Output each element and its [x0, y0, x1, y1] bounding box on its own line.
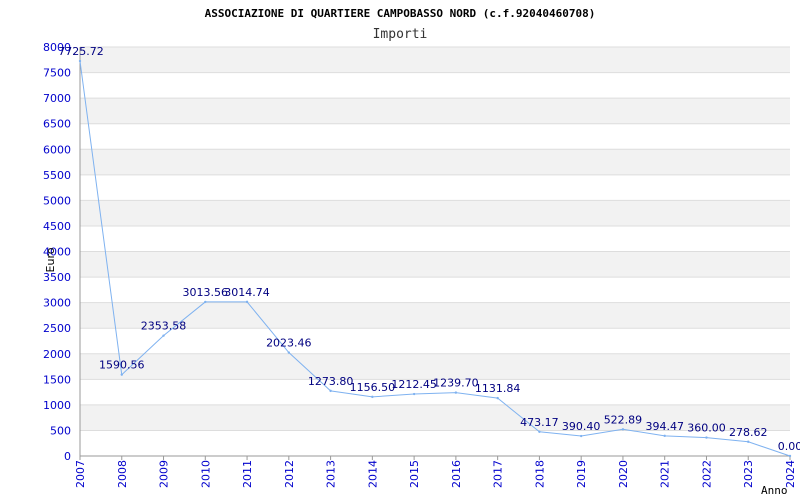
x-tick-label: 2021 [659, 460, 672, 488]
x-tick-label: 2012 [283, 460, 296, 488]
data-label: 3014.74 [224, 286, 270, 299]
y-tick-label: 4500 [43, 220, 71, 233]
y-tick-label: 1000 [43, 399, 71, 412]
data-label: 390.40 [562, 420, 601, 433]
x-tick-label: 2017 [492, 460, 505, 488]
x-tick-label: 2013 [325, 460, 338, 488]
grid-band [80, 353, 790, 380]
grid-band [80, 302, 790, 329]
data-point [621, 428, 625, 431]
data-label: 7725.72 [58, 45, 104, 58]
data-point [496, 396, 499, 400]
data-point [705, 436, 708, 439]
data-label: 1212.45 [391, 378, 437, 391]
x-tick-label: 2022 [700, 460, 713, 488]
grid-band [80, 200, 790, 226]
chart-title: ASSOCIAZIONE DI QUARTIERE CAMPOBASSO NOR… [205, 7, 596, 20]
data-label: 394.47 [645, 420, 684, 433]
x-tick-label: 2011 [241, 460, 254, 488]
y-tick-label: 500 [50, 424, 71, 437]
y-axis-label: Euro [44, 247, 57, 272]
data-label: 1131.84 [475, 382, 521, 395]
chart-subtitle: Importi [373, 27, 428, 42]
y-tick-label: 6000 [43, 143, 71, 156]
x-tick-label: 2019 [575, 460, 588, 488]
x-tick-label: 2008 [116, 460, 129, 488]
x-tick-label: 2009 [158, 460, 171, 488]
x-tick-label: 2023 [742, 460, 755, 488]
x-axis-label: Anno [761, 484, 788, 497]
data-label: 473.17 [520, 416, 559, 429]
x-tick-label: 2014 [366, 460, 379, 488]
grid-band [80, 47, 790, 73]
grid-band [80, 98, 790, 124]
data-label: 1239.70 [433, 377, 479, 390]
data-point [788, 454, 792, 458]
x-tick-label: 2020 [617, 460, 630, 488]
data-point [204, 300, 207, 304]
y-tick-label: 2000 [43, 348, 71, 361]
data-point [120, 373, 123, 376]
data-label: 1590.56 [99, 359, 145, 372]
data-point [162, 334, 165, 337]
data-label: 2353.58 [141, 320, 187, 333]
y-tick-label: 3000 [43, 297, 71, 310]
line-chart: 0500100015002000250030003500400045005000… [43, 7, 800, 497]
data-point [78, 59, 82, 63]
data-point [538, 430, 541, 434]
x-tick-labels: 2007 2008 2009 2010 2011 2012 2013 2014 2015 2016… [74, 456, 797, 488]
y-tick-label: 6500 [43, 118, 71, 131]
y-tick-label: 7000 [43, 92, 71, 105]
data-point [412, 392, 416, 396]
data-label: 1156.50 [350, 381, 396, 394]
y-tick-label: 5500 [43, 169, 71, 182]
data-label: 360.00 [687, 422, 726, 435]
data-point [454, 391, 458, 394]
data-point [287, 351, 291, 354]
data-point [371, 395, 374, 399]
grid-band [80, 149, 790, 175]
x-tick-label: 2018 [533, 460, 546, 488]
data-point [245, 300, 249, 304]
data-point [663, 434, 666, 438]
data-label: 0.00 [778, 440, 800, 453]
data-point [329, 389, 332, 393]
data-label: 522.89 [604, 413, 643, 426]
y-tick-label: 5000 [43, 194, 71, 207]
data-label: 2023.46 [266, 337, 312, 350]
x-tick-label: 2016 [450, 460, 463, 488]
data-point [747, 440, 750, 443]
y-tick-label: 2500 [43, 322, 71, 335]
x-tick-label: 2007 [74, 460, 87, 488]
y-tick-label: 7500 [43, 67, 71, 80]
y-tick-label: 1500 [43, 373, 71, 386]
y-tick-label: 0 [64, 450, 71, 463]
x-tick-label: 2015 [408, 460, 421, 488]
data-label: 1273.80 [308, 375, 354, 388]
data-label: 3013.56 [183, 286, 229, 299]
data-label: 278.62 [729, 426, 768, 439]
data-point [579, 434, 583, 438]
background-bands [80, 47, 790, 431]
x-tick-label: 2010 [199, 460, 212, 488]
grid-band [80, 251, 790, 278]
